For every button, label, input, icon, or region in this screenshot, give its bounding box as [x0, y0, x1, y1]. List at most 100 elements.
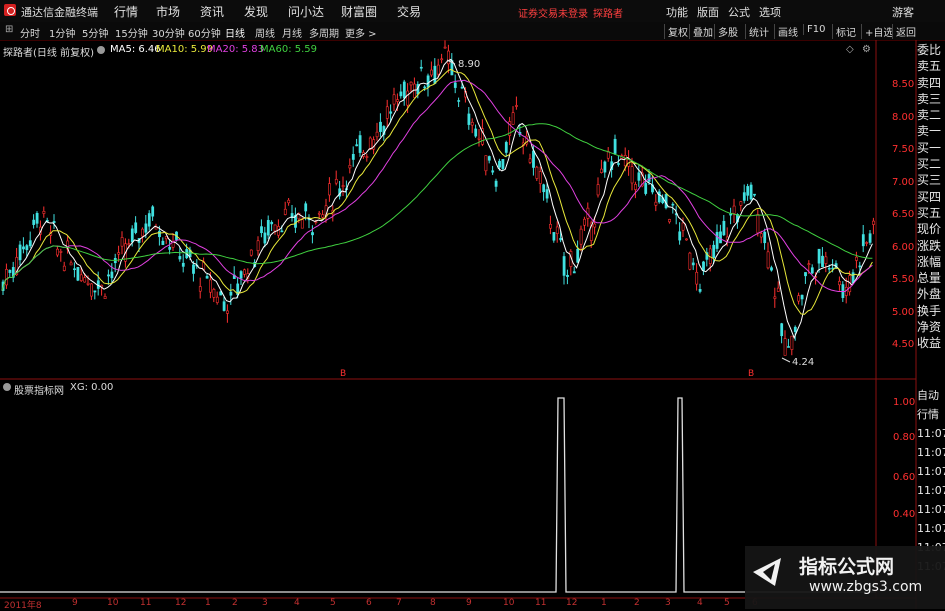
date-tick: 12	[175, 598, 187, 608]
sidebar-label: 买二	[917, 157, 942, 172]
date-tick: 5	[724, 598, 730, 608]
candle-body	[25, 245, 29, 251]
candle-body	[756, 214, 760, 234]
candle-body	[392, 94, 396, 105]
sub-tick: 0.40	[893, 509, 916, 520]
candle-body	[28, 240, 32, 247]
date-tick: 11	[535, 598, 547, 608]
candle-body	[685, 238, 688, 241]
candle-body	[838, 281, 841, 286]
candle-body	[222, 301, 226, 311]
candle-body	[807, 263, 811, 265]
quote-sidebar: 委比 卖五 卖四 卖三 卖二 卖一 买一 买二 买三 买四 买五 现价 涨跌 涨幅 总量 外盘 换手 净资 收益	[917, 42, 945, 352]
candle-body	[443, 46, 447, 49]
candle-body	[402, 81, 406, 99]
candle-body	[158, 230, 161, 238]
sub-tick: 0.80	[893, 432, 916, 443]
candle-body	[239, 271, 243, 279]
candle-body	[161, 240, 165, 246]
candle-body	[22, 246, 25, 250]
candle-body	[504, 142, 508, 153]
sidebar-label: 买四	[917, 189, 942, 204]
candle-body	[579, 228, 583, 245]
candle-body	[93, 290, 97, 293]
candle-body	[552, 232, 556, 241]
candle-body	[763, 231, 767, 244]
candle-body	[110, 271, 114, 279]
candle-body	[861, 234, 865, 247]
watermark: 指标公式网 www.zbgs3.com	[745, 546, 945, 609]
candle-body	[644, 183, 648, 194]
watermark-url: www.zbgs3.com	[809, 579, 923, 595]
candle-body	[83, 277, 87, 283]
candle-body	[79, 274, 83, 281]
candle-body	[385, 106, 389, 119]
candle-body	[134, 222, 138, 233]
sidebar-tick: 11:07	[917, 446, 945, 459]
candle-body	[702, 261, 705, 271]
candle-body	[117, 252, 121, 255]
candle-body	[600, 168, 603, 173]
date-tick: 4	[697, 598, 703, 608]
candle-body	[477, 137, 481, 140]
sidebar-label: 卖四	[917, 75, 942, 90]
date-tick: 8	[430, 598, 436, 608]
candle-body	[742, 192, 746, 201]
candle-body	[181, 262, 185, 267]
candle-body	[351, 154, 355, 160]
candle-body	[90, 283, 93, 297]
ma60-line	[1, 123, 873, 291]
date-tick: 1	[205, 598, 211, 608]
candle-body	[270, 221, 274, 225]
buy-marker: B	[340, 369, 347, 379]
candle-body	[657, 191, 661, 203]
candle-body	[719, 231, 722, 244]
candle-body	[32, 219, 36, 225]
sidebar-label: 卖二	[917, 108, 942, 123]
date-tick: 1	[601, 598, 607, 608]
candle-body	[511, 112, 515, 125]
candle-body	[317, 212, 321, 215]
xg-value: XG: 0.00	[70, 382, 114, 393]
candle-body	[634, 184, 637, 190]
candle-body	[8, 269, 12, 273]
candle-body	[603, 161, 607, 173]
high-price-label: 8.90	[458, 59, 481, 70]
candle-body	[358, 135, 362, 153]
indicator-gear-icon[interactable]	[3, 382, 14, 393]
candle-body	[753, 193, 756, 196]
candle-body	[770, 267, 773, 271]
candle-body	[528, 158, 532, 163]
candlestick-chart[interactable]	[0, 0, 945, 609]
candle-body	[304, 203, 308, 212]
candle-body	[858, 265, 862, 268]
extreme-pointer	[781, 357, 791, 363]
candle-body	[243, 269, 246, 275]
candle-body	[430, 69, 433, 76]
candle-body	[69, 262, 73, 266]
candle-body	[96, 280, 100, 289]
candle-body	[321, 214, 325, 218]
candle-body	[498, 160, 501, 168]
candle-body	[263, 232, 267, 244]
candle-body	[487, 156, 491, 161]
date-tick: 9	[72, 598, 78, 608]
candle-body	[559, 237, 563, 241]
candle-body	[283, 208, 287, 215]
candle-body	[249, 249, 253, 256]
candle-body	[715, 231, 719, 249]
candle-body	[406, 90, 410, 106]
candle-body	[532, 150, 535, 168]
sidebar-label: 卖三	[917, 91, 942, 106]
candle-body	[827, 267, 831, 270]
sidebar-label: 外盘	[917, 287, 942, 302]
date-tick: 12	[566, 598, 578, 608]
candle-body	[623, 155, 627, 167]
candle-body	[18, 244, 22, 261]
candle-body	[341, 185, 345, 187]
candle-body	[266, 220, 270, 236]
candle-body	[389, 111, 393, 114]
candle-body	[127, 243, 131, 246]
candle-body	[746, 186, 750, 196]
candle-body	[555, 226, 559, 234]
